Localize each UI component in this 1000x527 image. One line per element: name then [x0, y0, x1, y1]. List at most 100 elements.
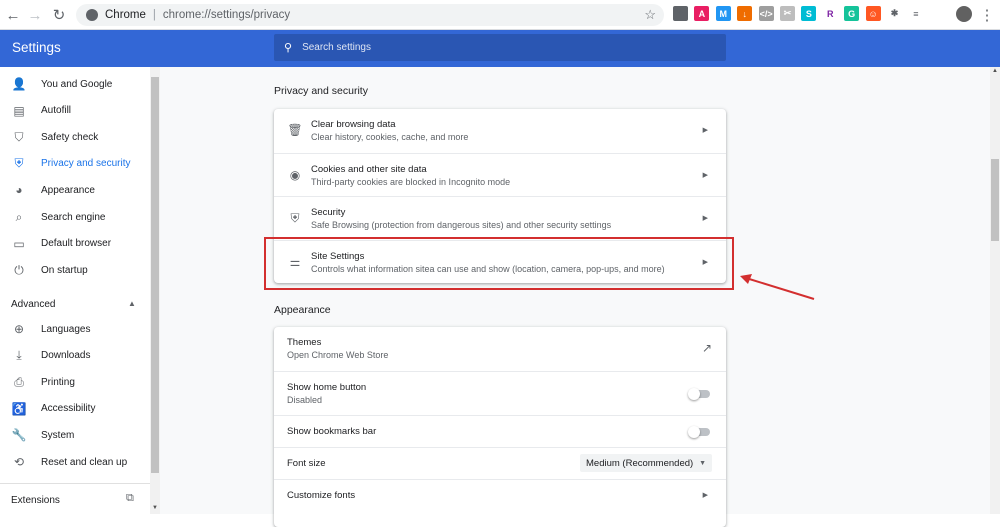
privacy-row-security[interactable]: ⛨ Security Safe Browsing (protection from …	[274, 196, 726, 240]
sidebar-item-privacy-and-security[interactable]: ⛨ Privacy and security	[0, 151, 150, 177]
themes-subtitle: Open Chrome Web Store	[287, 350, 389, 360]
sidebar-item-label: Search engine	[41, 211, 106, 223]
page-title: Settings	[12, 40, 61, 55]
accessibility-icon: ♿	[11, 401, 27, 416]
browser-toolbar: ← → ↻ Chrome | chrome://settings/privacy…	[0, 0, 1000, 30]
ext-download-icon[interactable]: ↓	[737, 6, 753, 21]
security-shield-icon: ⛨	[290, 210, 300, 225]
sidebar-item-autofill[interactable]: ▤ Autofill	[0, 98, 150, 124]
home-button-title: Show home button	[287, 382, 367, 393]
browser-menu-icon[interactable]: ⋮	[976, 4, 998, 26]
themes-row[interactable]: Themes Open Chrome Web Store ↗	[274, 327, 726, 371]
home-button-row[interactable]: Show home button Disabled	[274, 371, 726, 415]
sidebar-item-you-and-google[interactable]: 👤 You and Google	[0, 71, 150, 97]
sidebar-item-safety-check[interactable]: ⛉ Safety check	[0, 124, 150, 150]
bookmarks-bar-toggle[interactable]	[688, 426, 710, 438]
sidebar-item-label: Printing	[41, 376, 75, 388]
customize-fonts-row[interactable]: Customize fonts ▶	[274, 479, 726, 511]
bookmarks-bar-title: Show bookmarks bar	[287, 426, 377, 437]
sidebar-divider	[0, 483, 150, 484]
ext-code-icon[interactable]: </>	[758, 6, 774, 21]
advanced-toggle[interactable]: Advanced	[11, 299, 55, 310]
sidebar-item-label: System	[41, 429, 75, 441]
address-bar[interactable]: Chrome | chrome://settings/privacy ☆	[76, 4, 664, 26]
site-settings-highlight-box	[264, 237, 734, 290]
sidebar-item-search-engine[interactable]: ⌕ Search engine	[0, 204, 150, 230]
ext-avatar-icon[interactable]: ☺	[865, 6, 881, 21]
search-icon: ⚲	[284, 42, 293, 54]
sidebar-scrollbar[interactable]: ▼	[150, 67, 160, 514]
chevron-right-icon: ▶	[702, 171, 708, 179]
sidebar-item-label: On startup	[41, 264, 88, 276]
main-scrollbar[interactable]: ▲	[990, 67, 1000, 514]
font-size-select[interactable]: Medium (Recommended) ▼	[580, 454, 712, 472]
caret-up-icon[interactable]: ▲	[128, 299, 136, 308]
restore-icon: ⟲	[13, 455, 25, 469]
bookmarks-bar-row[interactable]: Show bookmarks bar	[274, 415, 726, 447]
main-content: Privacy and security 🗑 Clear browsing dat…	[160, 67, 990, 527]
ext-r-icon[interactable]: R	[822, 6, 838, 21]
omnibox-separator: |	[152, 9, 156, 21]
row-subtitle: Clear history, cookies, cache, and more	[311, 132, 469, 142]
ext-g-icon[interactable]: G	[844, 6, 860, 21]
row-subtitle: Third-party cookies are blocked in Incog…	[311, 176, 511, 187]
toggle-knob	[688, 426, 700, 438]
reload-icon[interactable]: ↻	[48, 4, 70, 26]
bookmark-star-icon[interactable]: ☆	[644, 7, 656, 23]
sidebar-item-system[interactable]: 🔧 System	[0, 422, 150, 448]
toggle-knob	[688, 388, 700, 400]
privacy-row-cookies-and-other-site-data[interactable]: ◉ Cookies and other site data Third-party …	[274, 152, 726, 197]
profile-avatar[interactable]	[956, 6, 972, 22]
main-scrollbar-thumb[interactable]	[991, 159, 999, 241]
sidebar-item-accessibility[interactable]: ♿ Accessibility	[0, 396, 150, 422]
ext-s-icon[interactable]: S	[801, 6, 817, 21]
customize-fonts-title: Customize fonts	[287, 490, 356, 501]
row-title: Security	[311, 207, 346, 218]
settings-header: Settings ⚲ Search settings	[0, 30, 1000, 67]
sidebar-item-label: Reset and clean up	[41, 456, 128, 468]
ext-m-icon[interactable]: M	[715, 6, 731, 21]
sidebar-item-label: Appearance	[41, 184, 95, 196]
sidebar-item-label: Default browser	[41, 238, 112, 250]
search-placeholder: Search settings	[302, 42, 371, 53]
sidebar-item-downloads[interactable]: ⤓ Downloads	[0, 343, 150, 369]
forward-icon[interactable]: →	[24, 4, 46, 26]
chevron-right-icon: ▶	[702, 215, 708, 222]
browser-icon: ▭	[13, 236, 25, 251]
privacy-section-title: Privacy and security	[274, 85, 368, 97]
sidebar-scrollbar-thumb[interactable]	[151, 77, 159, 473]
themes-title: Themes	[287, 337, 322, 348]
sidebar-item-on-startup[interactable]: ⏻ On startup	[0, 257, 150, 283]
extensions-link[interactable]: Extensions	[11, 495, 60, 506]
url-text[interactable]: chrome://settings/privacy	[163, 9, 290, 21]
sidebar-item-reset-and-clean-up[interactable]: ⟲ Reset and clean up	[0, 449, 150, 475]
scroll-down-icon[interactable]: ▼	[152, 505, 158, 511]
red-arrow-annotation	[740, 274, 815, 300]
sidebar-item-languages[interactable]: ⊕ Languages	[0, 316, 150, 342]
back-icon[interactable]: ←	[2, 4, 24, 26]
chrome-site-icon	[86, 9, 98, 21]
font-size-title: Font size	[287, 458, 326, 469]
ext-clip-icon[interactable]: ✂	[780, 6, 795, 21]
eyedropper-icon[interactable]: ✎	[673, 6, 688, 21]
person-icon: 👤	[11, 77, 27, 91]
sidebar-item-appearance[interactable]: ◕ Appearance	[0, 177, 150, 203]
scroll-up-icon[interactable]: ▲	[992, 68, 998, 74]
row-subtitle: Safe Browsing (protection from dangerous…	[311, 220, 612, 230]
home-button-subtitle: Disabled	[287, 395, 323, 405]
open-in-new-icon[interactable]: ↗	[702, 341, 712, 355]
ext-a-icon[interactable]: A	[694, 6, 710, 21]
home-button-toggle[interactable]	[688, 388, 710, 400]
playlist-icon[interactable]: ≡	[908, 6, 924, 21]
sidebar-item-label: Downloads	[41, 350, 91, 362]
appearance-section-title: Appearance	[274, 304, 331, 316]
privacy-row-clear-browsing-data[interactable]: 🗑 Clear browsing data Clear history, cooki…	[274, 109, 726, 153]
puzzle-icon[interactable]: ✱	[887, 6, 902, 21]
palette-icon: ◕	[15, 183, 23, 198]
font-size-row: Font size Medium (Recommended) ▼	[274, 447, 726, 479]
sidebar-item-printing[interactable]: ⎙ Printing	[0, 369, 150, 395]
site-chip: Chrome	[105, 9, 146, 21]
open-in-new-icon[interactable]: ⧉	[126, 492, 134, 505]
search-settings-input[interactable]: ⚲ Search settings	[274, 34, 726, 61]
sidebar-item-default-browser[interactable]: ▭ Default browser	[0, 231, 150, 257]
